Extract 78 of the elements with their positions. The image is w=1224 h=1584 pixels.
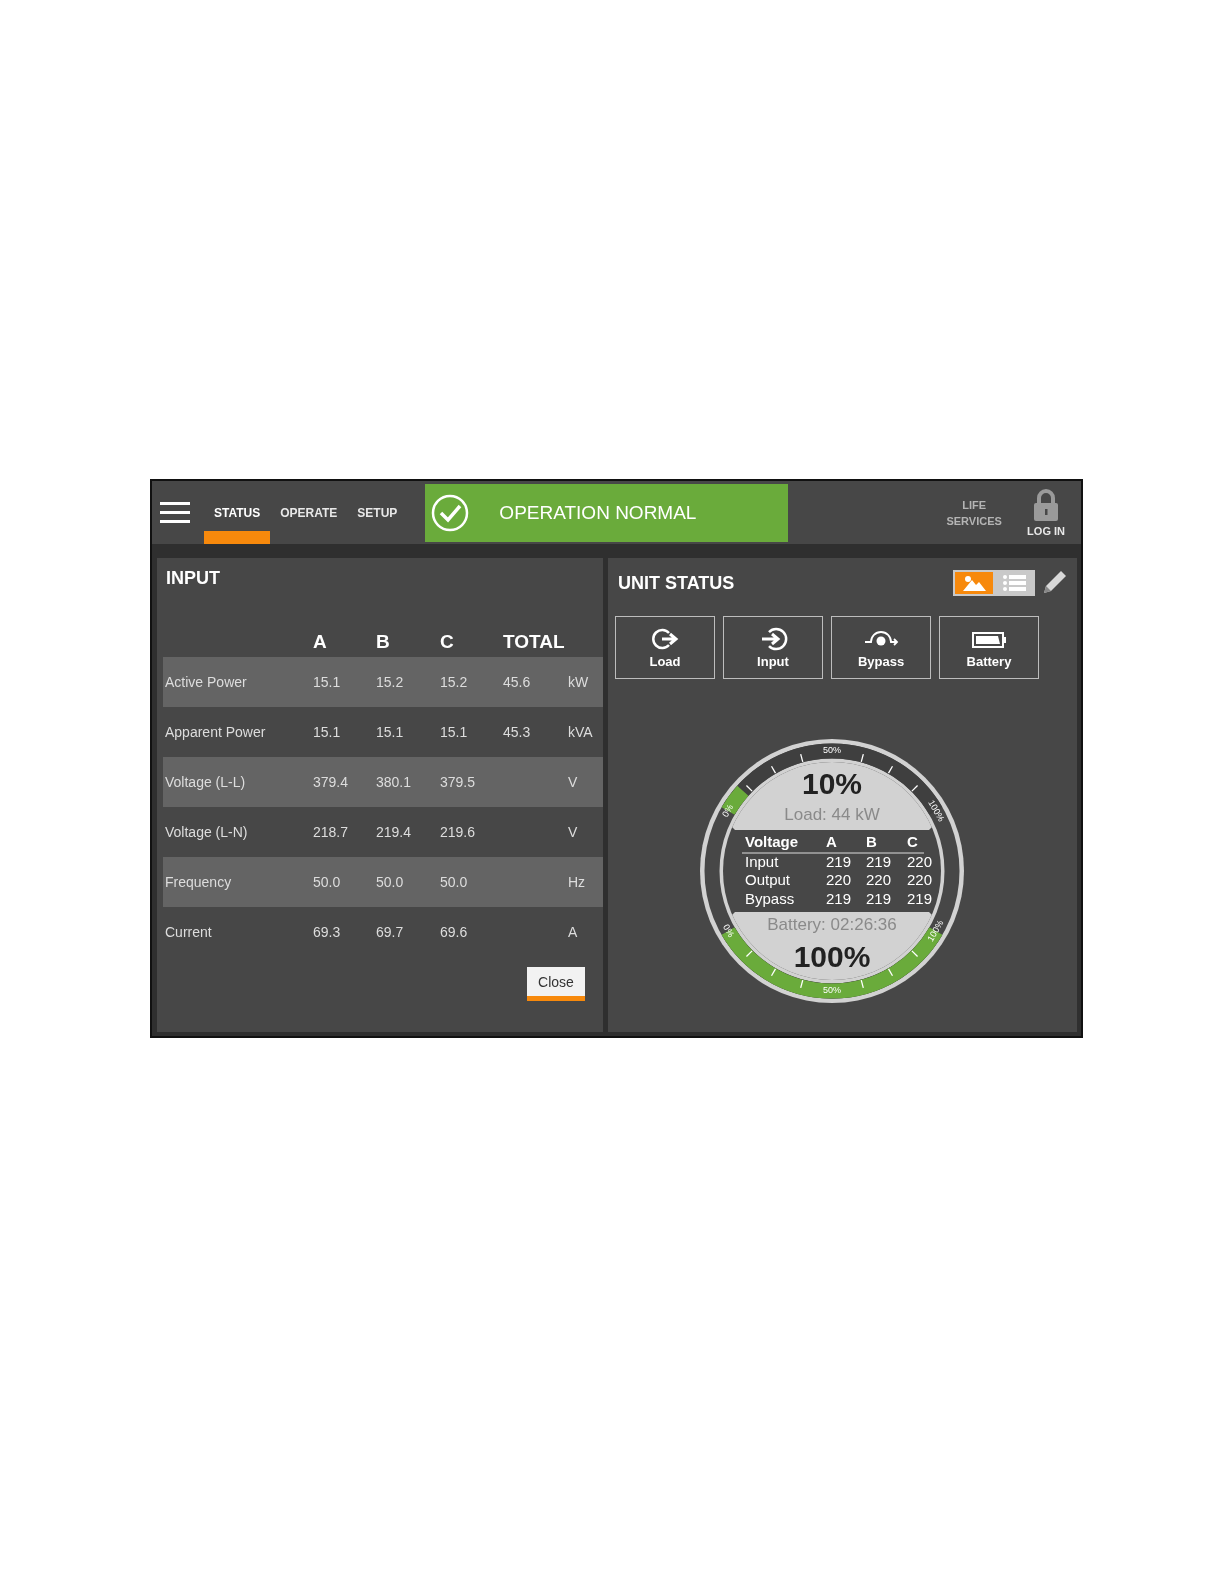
voltage-value: 220 bbox=[906, 871, 932, 889]
table-cell-text: 50.0 bbox=[376, 873, 405, 892]
picture-icon bbox=[961, 574, 987, 592]
nav-tab[interactable]: OPERATE bbox=[270, 481, 348, 544]
table-cell-text: Apparent Power bbox=[164, 723, 267, 742]
voltage-header: C bbox=[906, 832, 918, 850]
panel-title: UNIT STATUS bbox=[618, 572, 736, 594]
table-cell-text: V bbox=[568, 773, 579, 792]
voltage-value: 219 bbox=[865, 889, 891, 907]
voltage-value: 219 bbox=[825, 852, 851, 870]
battery-percent: 100% bbox=[793, 939, 870, 973]
load-percent: 10% bbox=[801, 766, 862, 800]
table-cell-text: 45.3 bbox=[503, 723, 532, 742]
voltage-row-label: Output bbox=[744, 871, 790, 889]
table-cell-text: 380.1 bbox=[376, 773, 413, 792]
table-cell-text: Voltage (L-L) bbox=[164, 773, 247, 792]
table-cell-text: 15.2 bbox=[376, 673, 405, 692]
voltage-value: 220 bbox=[906, 852, 932, 870]
voltage-value: 219 bbox=[906, 889, 932, 907]
table-cell-text: 69.6 bbox=[440, 923, 469, 942]
table-cell-text: 45.6 bbox=[503, 673, 532, 692]
table-cell-text: 15.2 bbox=[440, 673, 469, 692]
table-cell-text: Active Power bbox=[164, 673, 248, 692]
table-cell-text: 69.3 bbox=[313, 923, 342, 942]
table-cell-text: 15.1 bbox=[313, 673, 342, 692]
column-header: B bbox=[376, 630, 391, 654]
table-cell-text: 50.0 bbox=[440, 873, 469, 892]
voltage-value: 219 bbox=[825, 889, 851, 907]
voltage-header: A bbox=[825, 832, 837, 850]
voltage-row-label: Input bbox=[744, 852, 778, 870]
table-cell-text: 50.0 bbox=[313, 873, 342, 892]
table-cell-text: V bbox=[568, 823, 579, 842]
voltage-row-label: Bypass bbox=[744, 889, 794, 907]
column-header: C bbox=[440, 630, 455, 654]
table-cell-text: 15.1 bbox=[440, 723, 469, 742]
load-caption: Load: 44 kW bbox=[783, 805, 880, 825]
unit-button[interactable]: Input bbox=[723, 616, 823, 679]
scale-label: 0% bbox=[719, 802, 735, 819]
table-cell-text: A bbox=[568, 923, 579, 942]
table-cell-text: kVA bbox=[568, 723, 594, 742]
table-cell-text: kW bbox=[568, 673, 590, 692]
voltage-header: Voltage bbox=[744, 832, 798, 850]
close-button[interactable]: Close bbox=[527, 967, 585, 1001]
column-header: TOTAL bbox=[503, 630, 566, 654]
scale-label: 50% bbox=[822, 745, 841, 756]
life-services-label[interactable]: LIFE SERVICES bbox=[939, 496, 1010, 529]
unit-button[interactable]: Bypass bbox=[831, 616, 931, 679]
table-cell-text: Hz bbox=[568, 873, 587, 892]
table-cell-text: 69.7 bbox=[376, 923, 405, 942]
battery-caption: Battery: 02:26:36 bbox=[766, 915, 897, 935]
table-cell-text: Voltage (L-N) bbox=[164, 823, 249, 842]
panel-title: INPUT bbox=[166, 568, 221, 589]
voltage-value: 219 bbox=[865, 852, 891, 870]
scale-label: 50% bbox=[822, 985, 841, 996]
table-cell-text: 219.6 bbox=[440, 823, 477, 842]
scale-label: 0% bbox=[720, 922, 736, 939]
table-cell-text: 379.4 bbox=[313, 773, 350, 792]
voltage-header: B bbox=[865, 832, 877, 850]
nav-tab[interactable]: SETUP bbox=[347, 481, 408, 544]
table-cell-text: Current bbox=[164, 923, 213, 942]
table-cell-text: 15.1 bbox=[313, 723, 342, 742]
table-cell-text: 218.7 bbox=[313, 823, 350, 842]
unit-button[interactable]: Load bbox=[615, 616, 715, 679]
voltage-value: 220 bbox=[825, 871, 851, 889]
nav-tab[interactable]: STATUS bbox=[204, 481, 271, 544]
table-cell-text: Frequency bbox=[164, 873, 233, 892]
menu-icon[interactable] bbox=[160, 501, 190, 524]
table-cell-text: 379.5 bbox=[440, 773, 477, 792]
status-text: OPERATION NORMAL bbox=[499, 501, 697, 524]
voltage-value: 220 bbox=[865, 871, 891, 889]
list-icon bbox=[1001, 574, 1027, 592]
column-header: A bbox=[313, 630, 328, 654]
login-button[interactable]: LOG IN bbox=[1021, 487, 1071, 538]
table-cell-text: 15.1 bbox=[376, 723, 405, 742]
table-cell-text: 219.4 bbox=[376, 823, 413, 842]
lock-icon bbox=[1032, 488, 1061, 521]
unit-button[interactable]: Battery bbox=[939, 616, 1039, 679]
check-circle-icon bbox=[431, 493, 470, 532]
